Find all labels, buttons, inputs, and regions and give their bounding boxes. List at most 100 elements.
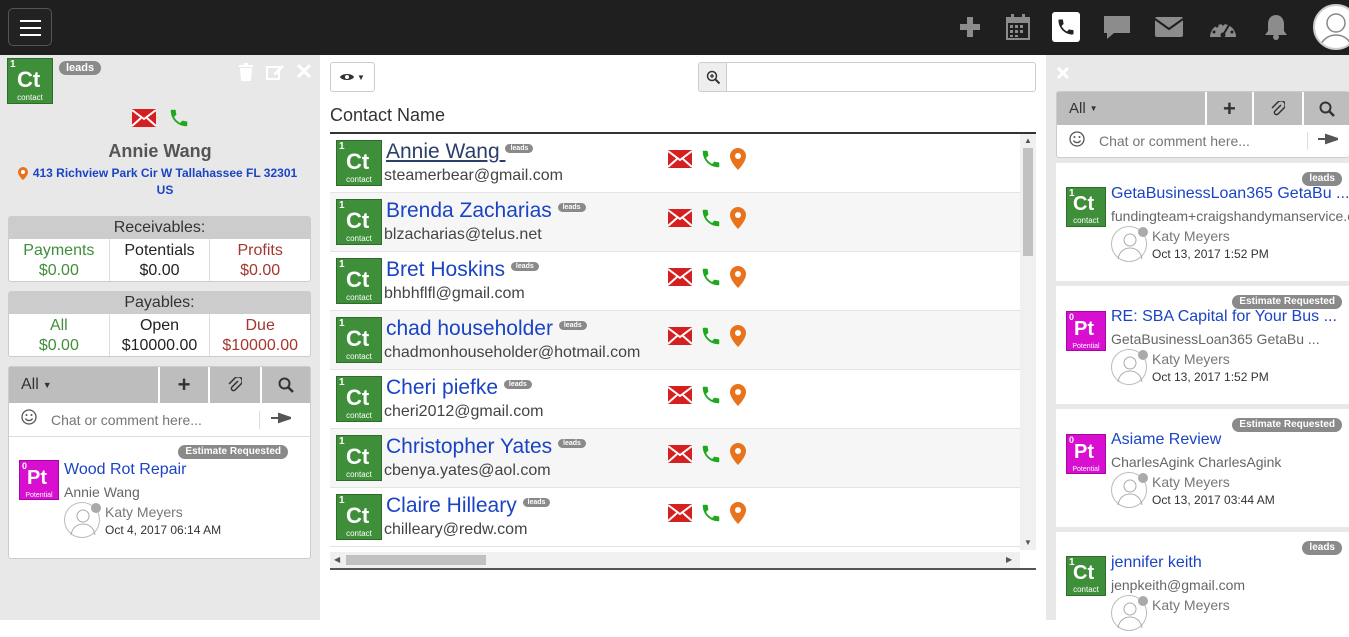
email-icon[interactable] [131, 109, 157, 132]
edit-icon[interactable] [266, 63, 284, 86]
contact-name-text[interactable]: Christopher Yates [386, 435, 552, 458]
map-marker-icon[interactable] [730, 207, 746, 234]
contact-row[interactable]: 1 Ct contact Cheri piefke leads cheri2012@gm… [330, 370, 1020, 429]
vertical-scrollbar[interactable]: ▲ ▼ [1020, 134, 1036, 550]
contact-name-link[interactable]: Christopher Yates leads [386, 435, 586, 459]
contact-name-link[interactable]: Cheri piefke leads [386, 376, 532, 400]
scroll-right-icon[interactable]: ▶ [1006, 555, 1012, 564]
chat-filter-dropdown[interactable]: All ▼ [1057, 92, 1207, 125]
contact-row[interactable]: 1 Ct contact Annie Wang leads steamerbear@gm… [330, 134, 1020, 193]
send-icon[interactable] [259, 410, 301, 429]
user-avatar-icon[interactable] [1313, 4, 1349, 50]
chat-input[interactable] [49, 410, 259, 429]
feed-item[interactable]: Estimate Requested 0 Pt Potential RE: SBA Ca… [1056, 286, 1349, 404]
phone-icon[interactable] [1052, 12, 1080, 42]
bell-icon[interactable] [1259, 10, 1293, 44]
dashboard-icon[interactable] [1206, 10, 1240, 44]
feed-item-title[interactable]: Asiame Review [1111, 431, 1221, 449]
email-icon[interactable] [667, 386, 693, 409]
contact-name-link[interactable]: Brenda Zacharias leads [386, 199, 586, 223]
profits-stat[interactable]: Profits $0.00 [210, 239, 310, 281]
scroll-left-icon[interactable]: ◀ [334, 555, 340, 564]
contact-name-text[interactable]: Brenda Zacharias [386, 199, 552, 222]
contact-name-text[interactable]: Bret Hoskins [386, 258, 505, 281]
email-icon[interactable] [667, 327, 693, 350]
scroll-thumb[interactable] [346, 555, 486, 565]
all-stat[interactable]: All $0.00 [9, 314, 110, 356]
plus-icon[interactable] [953, 10, 987, 44]
search-button[interactable] [262, 367, 310, 403]
contact-row[interactable]: 1 Ct contact Bret Hoskins leads bhbhflfl@gma… [330, 252, 1020, 311]
calendar-icon[interactable] [1001, 10, 1035, 44]
view-toggle-button[interactable]: ▼ [330, 62, 375, 92]
chat-input[interactable] [1097, 132, 1307, 150]
map-marker-icon[interactable] [730, 325, 746, 352]
map-marker-icon[interactable] [730, 148, 746, 175]
email-icon[interactable] [667, 209, 693, 232]
email-icon[interactable] [667, 445, 693, 468]
phone-icon[interactable] [700, 266, 722, 293]
email-icon[interactable] [667, 504, 693, 527]
feed-item-title[interactable]: RE: SBA Capital for Your Bus ... [1111, 308, 1337, 326]
feed-item[interactable]: Estimate Requested 0 Pt Potential Asiame Rev… [1056, 409, 1349, 527]
contact-row[interactable]: 1 Ct contact Claire Hilleary leads chilleary… [330, 488, 1020, 547]
contact-name-text[interactable]: chad householder [386, 317, 553, 340]
search-button[interactable] [1304, 92, 1349, 125]
contact-name-text[interactable]: Cheri piefke [386, 376, 498, 399]
phone-icon[interactable] [700, 502, 722, 529]
contact-name-link[interactable]: chad householder leads [386, 317, 587, 341]
contact-row[interactable]: 1 Ct contact chad householder leads chadmonh… [330, 311, 1020, 370]
address-line-2[interactable]: US [20, 182, 310, 199]
envelope-icon[interactable] [1152, 10, 1186, 44]
map-marker-icon[interactable] [730, 384, 746, 411]
contact-row[interactable]: 1 Ct contact Christopher Yates leads cbenya.… [330, 429, 1020, 488]
chat-filter-dropdown[interactable]: All ▼ [9, 367, 160, 403]
contact-name-link[interactable]: Claire Hilleary leads [386, 494, 551, 518]
add-button[interactable]: + [1207, 92, 1255, 125]
contact-name-link[interactable]: Bret Hoskins leads [386, 258, 539, 282]
scroll-down-icon[interactable]: ▼ [1024, 538, 1032, 547]
email-icon[interactable] [667, 150, 693, 173]
contact-search-input[interactable] [727, 63, 1035, 91]
feed-item[interactable]: leads 1 Ct contact GetaBusinessLoan365 GetaB… [1056, 163, 1349, 281]
phone-icon[interactable] [700, 384, 722, 411]
attach-button[interactable] [1254, 92, 1305, 125]
payments-stat[interactable]: Payments $0.00 [9, 239, 110, 281]
horizontal-scrollbar[interactable]: ◀ ▶ [330, 552, 1020, 568]
trash-icon[interactable] [238, 63, 254, 86]
phone-icon[interactable] [700, 148, 722, 175]
contact-name-text[interactable]: Claire Hilleary [386, 494, 517, 517]
due-stat[interactable]: Due $10000.00 [210, 314, 310, 356]
phone-icon[interactable] [700, 325, 722, 352]
contact-name-text[interactable]: Annie Wang [386, 140, 500, 163]
phone-icon[interactable] [168, 107, 190, 134]
contact-row[interactable]: 1 Ct contact Brenda Zacharias leads blzachar… [330, 193, 1020, 252]
add-button[interactable]: + [160, 367, 210, 403]
close-icon[interactable] [296, 63, 312, 84]
potentials-stat[interactable]: Potentials $0.00 [110, 239, 211, 281]
contact-address[interactable]: 413 Richview Park Cir W Tallahassee FL 3… [20, 165, 310, 199]
address-line-1[interactable]: 413 Richview Park Cir W Tallahassee FL 3… [20, 165, 310, 182]
chat-icon[interactable] [1100, 10, 1134, 44]
attach-button[interactable] [210, 367, 262, 403]
smiley-icon[interactable] [9, 409, 49, 430]
feed-item-title[interactable]: Wood Rot Repair [64, 461, 186, 479]
phone-icon[interactable] [700, 207, 722, 234]
hamburger-menu-button[interactable] [8, 8, 52, 46]
close-icon[interactable] [1056, 66, 1070, 85]
column-header-contact-name[interactable]: Contact Name [330, 105, 445, 126]
feed-item-title[interactable]: GetaBusinessLoan365 GetaBu ... [1111, 185, 1349, 203]
smiley-icon[interactable] [1057, 130, 1097, 152]
email-icon[interactable] [667, 268, 693, 291]
map-marker-icon[interactable] [730, 443, 746, 470]
feed-item[interactable]: leads 1 Ct contact jennifer keith jenpkeith@g… [1056, 532, 1349, 632]
contact-name-link[interactable]: Annie Wang leads [386, 140, 534, 164]
map-marker-icon[interactable] [730, 502, 746, 529]
feed-item-title[interactable]: jennifer keith [1111, 554, 1202, 572]
send-icon[interactable] [1307, 132, 1347, 150]
open-stat[interactable]: Open $10000.00 [110, 314, 211, 356]
scroll-up-icon[interactable]: ▲ [1024, 136, 1032, 145]
map-marker-icon[interactable] [730, 266, 746, 293]
phone-icon[interactable] [700, 443, 722, 470]
scroll-thumb[interactable] [1023, 148, 1033, 256]
